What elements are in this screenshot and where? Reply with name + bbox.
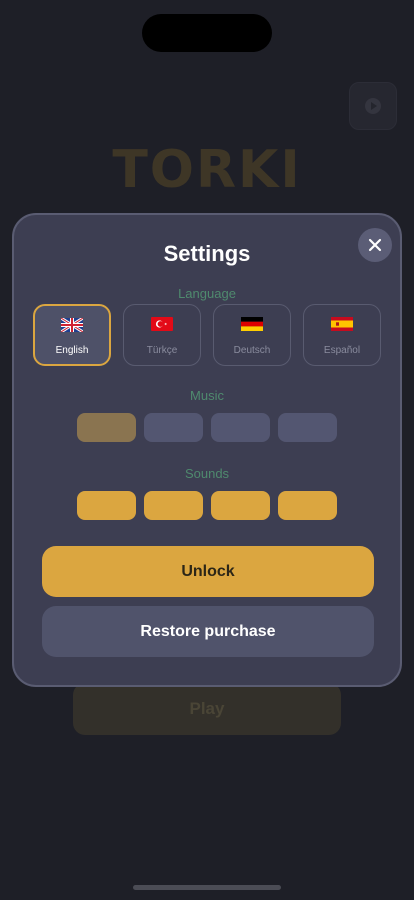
spain-flag-icon xyxy=(331,317,353,331)
unlock-button[interactable]: Unlock xyxy=(42,546,374,597)
germany-flag-icon xyxy=(241,317,263,331)
language-label: Language xyxy=(178,286,236,301)
settings-modal: Settings Language English Türkçe Deutsch… xyxy=(12,213,402,687)
music-label: Music xyxy=(190,388,224,403)
language-option-label: English xyxy=(55,345,89,356)
sounds-level-segment[interactable] xyxy=(144,491,203,520)
game-logo: TORKI xyxy=(112,140,302,200)
sounds-level-segment[interactable] xyxy=(77,491,136,520)
language-option-spanish[interactable]: Español xyxy=(303,304,381,366)
home-indicator xyxy=(133,885,281,890)
sounds-level-segment[interactable] xyxy=(211,491,270,520)
play-button: Play xyxy=(73,683,341,735)
music-level-segment[interactable] xyxy=(211,413,270,442)
video-reward-button xyxy=(349,82,397,130)
music-level-segment[interactable] xyxy=(77,413,136,442)
language-option-english[interactable]: English xyxy=(33,304,111,366)
play-circle-icon xyxy=(365,98,381,114)
language-option-turkish[interactable]: Türkçe xyxy=(123,304,201,366)
language-option-label: Español xyxy=(323,345,361,356)
sounds-level-segment[interactable] xyxy=(278,491,337,520)
language-option-german[interactable]: Deutsch xyxy=(213,304,291,366)
turkey-flag-icon xyxy=(151,317,173,331)
restore-purchase-button[interactable]: Restore purchase xyxy=(42,606,374,657)
settings-title: Settings xyxy=(163,241,251,266)
language-option-label: Deutsch xyxy=(233,345,271,356)
music-level-segment[interactable] xyxy=(144,413,203,442)
music-level-segment[interactable] xyxy=(278,413,337,442)
sounds-label: Sounds xyxy=(184,466,230,481)
uk-flag-icon xyxy=(61,318,83,332)
language-option-label: Türkçe xyxy=(146,345,178,356)
dynamic-island xyxy=(142,14,272,52)
